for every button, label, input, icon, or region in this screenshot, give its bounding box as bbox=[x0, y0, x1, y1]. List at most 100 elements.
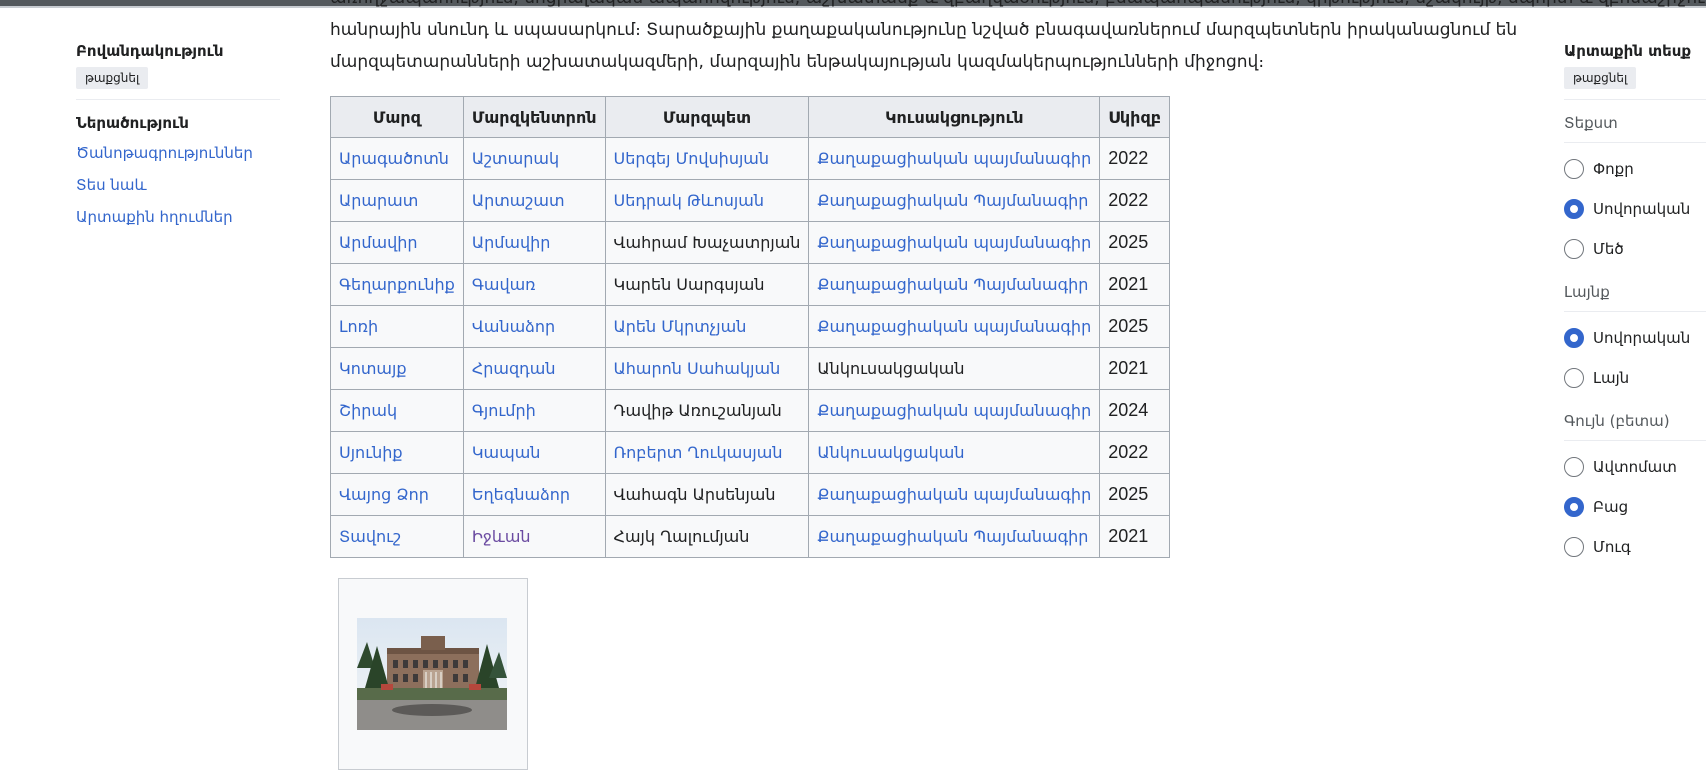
cell-start: 2022 bbox=[1099, 137, 1171, 180]
cell-start: 2025 bbox=[1099, 305, 1171, 348]
image-thumbnail[interactable] bbox=[338, 578, 528, 770]
appearance-heading-color: Գույն (բետա) bbox=[1564, 412, 1670, 430]
cell-center-link[interactable]: Կապան bbox=[472, 443, 541, 462]
cell-party-link[interactable]: Քաղաքացիական Պայմանագիր bbox=[817, 527, 1088, 546]
cell-party-link[interactable]: Քաղաքացիական պայմանագիր bbox=[817, 149, 1091, 168]
radio-label: Սովորական bbox=[1593, 329, 1691, 347]
cell-center: Արտաշատ bbox=[462, 179, 606, 222]
radio-option-color[interactable]: Բաց bbox=[1564, 487, 1706, 527]
cell-party-link[interactable]: Քաղաքացիական պայմանագիր bbox=[817, 233, 1091, 252]
cell-governor: Սեդրակ Թևոսյան bbox=[604, 179, 810, 222]
toc-item-external-links[interactable]: Արտաքին հղումներ bbox=[76, 208, 280, 226]
radio-unchecked-icon[interactable] bbox=[1564, 159, 1584, 179]
cell-province-link[interactable]: Արարատ bbox=[339, 191, 418, 210]
cell-province-link[interactable]: Արագածոտն bbox=[339, 149, 449, 168]
radio-option-text-size[interactable]: Մեծ bbox=[1564, 229, 1706, 269]
cell-start: 2022 bbox=[1099, 431, 1171, 474]
cell-center: Իջևան bbox=[462, 515, 606, 558]
cell-center: Հրազդան bbox=[462, 347, 606, 390]
cell-party-link[interactable]: Քաղաքացիական պայմանագիր bbox=[817, 317, 1091, 336]
table-row: Արմավիր Արմավիր Վահրամ Խաչատրյան Քաղաքացիակ… bbox=[330, 221, 1171, 264]
radio-unchecked-icon[interactable] bbox=[1564, 239, 1584, 259]
appearance-panel: Արտաքին տեսք թաքցնել Տեքստ Փոքր Սովորական Մ… bbox=[1564, 42, 1706, 567]
cell-start: 2025 bbox=[1099, 473, 1171, 516]
appearance-hide-button[interactable]: թաքցնել bbox=[1564, 67, 1637, 89]
appearance-heading-width: Լայնք bbox=[1564, 283, 1610, 301]
governors-table: Մարզ Մարզկենտրոն Մարզպետ Կուսակցություն … bbox=[330, 96, 1171, 558]
radio-option-width[interactable]: Սովորական bbox=[1564, 318, 1706, 358]
cell-center-link[interactable]: Արտաշատ bbox=[472, 191, 565, 210]
cell-province: Գեղարքունիք bbox=[330, 263, 464, 306]
cell-party-link[interactable]: Քաղաքացիական պայմանագիր bbox=[817, 401, 1091, 420]
table-body: Արագածոտն Աշտարակ Սերգեյ Մովսիսյան Քաղաքացի… bbox=[330, 137, 1171, 558]
cell-governor: Սերգեյ Մովսիսյան bbox=[604, 137, 810, 180]
cell-province-link[interactable]: Արմավիր bbox=[339, 233, 418, 252]
cell-governor-link[interactable]: Սերգեյ Մովսիսյան bbox=[614, 149, 770, 168]
radio-checked-icon[interactable] bbox=[1564, 497, 1584, 517]
toc-item-references[interactable]: Ծանոթագրություններ bbox=[76, 144, 280, 162]
cell-province-link[interactable]: Շիրակ bbox=[339, 401, 397, 420]
cell-center-link[interactable]: Գյումրի bbox=[472, 401, 536, 420]
cell-province-link[interactable]: Կոտայք bbox=[339, 359, 407, 378]
cell-province: Սյունիք bbox=[330, 431, 464, 474]
toc-hide-button[interactable]: թաքցնել bbox=[76, 67, 149, 89]
cell-governor: Ահարոն Սահակյան bbox=[604, 347, 810, 390]
cell-party: Քաղաքացիական պայմանագիր bbox=[808, 473, 1101, 516]
cell-party: Քաղաքացիական պայմանագիր bbox=[808, 389, 1101, 432]
cell-party-link[interactable]: Անկուսակցական bbox=[817, 443, 964, 462]
cell-party-link[interactable]: Քաղաքացիական Պայմանագիր bbox=[817, 275, 1088, 294]
cell-governor: Արեն Մկրտչյան bbox=[604, 305, 810, 348]
cell-center-link[interactable]: Իջևան bbox=[472, 527, 531, 546]
paragraph-line: հանրային սնունդ և սպասարկում։ Տարածքային… bbox=[330, 20, 1518, 40]
cell-province: Շիրակ bbox=[330, 389, 464, 432]
radio-checked-icon[interactable] bbox=[1564, 328, 1584, 348]
cell-center-link[interactable]: Վանաձոր bbox=[472, 317, 555, 336]
article-paragraph: առողջապահություն, սոցիալական ապահովությո… bbox=[330, 0, 1706, 78]
cell-province-link[interactable]: Գեղարքունիք bbox=[339, 275, 455, 294]
cell-center-link[interactable]: Գավառ bbox=[472, 275, 536, 294]
cell-center-link[interactable]: Եղեգնաձոր bbox=[472, 485, 570, 504]
cell-party-link[interactable]: Քաղաքացիական Պայմանագիր bbox=[817, 191, 1088, 210]
header-start[interactable]: Սկիզբ bbox=[1099, 96, 1171, 138]
toc-item-see-also[interactable]: Տես նաև bbox=[76, 176, 280, 194]
cell-center-link[interactable]: Աշտարակ bbox=[472, 149, 559, 168]
radio-option-color[interactable]: Ավտոմատ bbox=[1564, 447, 1706, 487]
cell-center-link[interactable]: Արմավիր bbox=[472, 233, 551, 252]
radio-checked-icon[interactable] bbox=[1564, 199, 1584, 219]
cell-center-link[interactable]: Հրազդան bbox=[472, 359, 556, 378]
cell-province-link[interactable]: Վայոց Ձոր bbox=[339, 485, 429, 504]
cell-governor-link[interactable]: Սեդրակ Թևոսյան bbox=[614, 191, 765, 210]
cell-party: Քաղաքացիական պայմանագիր bbox=[808, 137, 1101, 180]
header-party[interactable]: Կուսակցություն bbox=[808, 96, 1101, 138]
cell-party: Քաղաքացիական Պայմանագիր bbox=[808, 179, 1101, 222]
header-governor[interactable]: Մարզպետ bbox=[604, 96, 810, 138]
cell-start: 2022 bbox=[1099, 179, 1171, 222]
radio-option-color[interactable]: Մուգ bbox=[1564, 527, 1706, 567]
header-center[interactable]: Մարզկենտրոն bbox=[462, 96, 606, 138]
cell-province-link[interactable]: Լոռի bbox=[339, 317, 378, 336]
cell-party-link[interactable]: Քաղաքացիական պայմանագիր bbox=[817, 485, 1091, 504]
cell-province-link[interactable]: Տավուշ bbox=[339, 527, 401, 546]
cell-province-link[interactable]: Սյունիք bbox=[339, 443, 403, 462]
radio-unchecked-icon[interactable] bbox=[1564, 457, 1584, 477]
cell-party: Անկուսակցական bbox=[808, 347, 1101, 390]
radio-option-text-size[interactable]: Փոքր bbox=[1564, 149, 1706, 189]
cell-center: Եղեգնաձոր bbox=[462, 473, 606, 516]
radio-option-text-size[interactable]: Սովորական bbox=[1564, 189, 1706, 229]
cell-governor-link[interactable]: Ռոբերտ Ղուկասյան bbox=[614, 443, 783, 462]
cell-province: Լոռի bbox=[330, 305, 464, 348]
radio-option-width[interactable]: Լայն bbox=[1564, 358, 1706, 398]
cell-start: 2024 bbox=[1099, 389, 1171, 432]
toc-item-intro[interactable]: Ներածություն bbox=[76, 114, 280, 132]
appearance-divider bbox=[1564, 99, 1706, 100]
cell-governor-link[interactable]: Արեն Մկրտչյան bbox=[614, 317, 747, 336]
toc-divider bbox=[76, 99, 280, 100]
cell-governor: Դավիթ Առուշանյան bbox=[604, 389, 810, 432]
cell-province: Վայոց Ձոր bbox=[330, 473, 464, 516]
header-province[interactable]: Մարզ bbox=[330, 96, 464, 138]
radio-unchecked-icon[interactable] bbox=[1564, 368, 1584, 388]
radio-unchecked-icon[interactable] bbox=[1564, 537, 1584, 557]
cell-governor-link[interactable]: Ահարոն Սահակյան bbox=[614, 359, 781, 378]
radio-label: Լայն bbox=[1593, 369, 1630, 387]
building-photo[interactable] bbox=[357, 618, 507, 730]
